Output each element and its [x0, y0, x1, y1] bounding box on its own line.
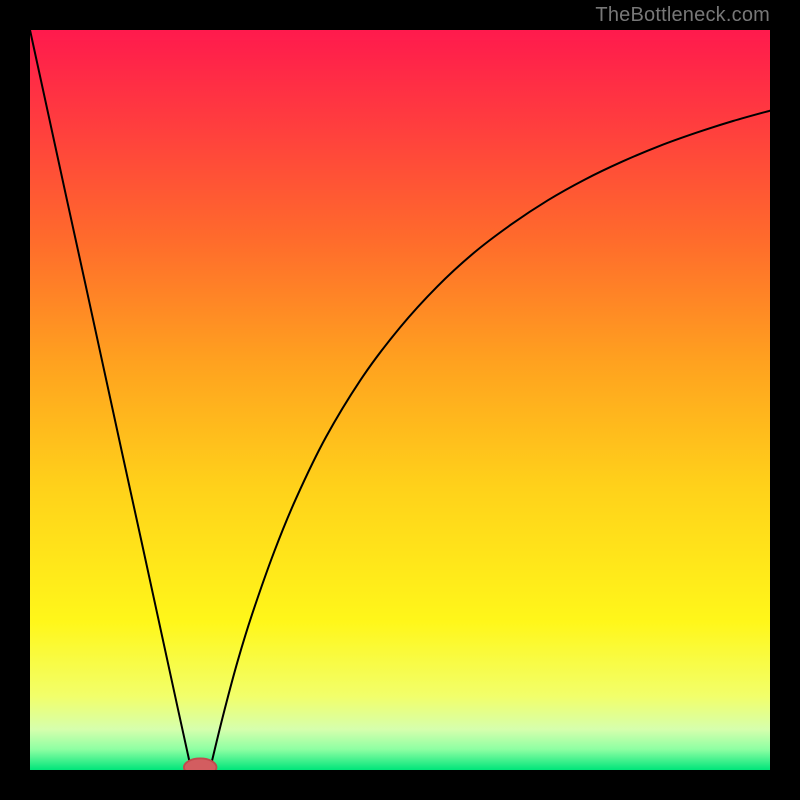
- chart-frame: TheBottleneck.com: [0, 0, 800, 800]
- optimal-marker: [184, 758, 217, 770]
- watermark-text: TheBottleneck.com: [595, 4, 770, 27]
- plot-svg: [30, 30, 770, 770]
- gradient-background: [30, 30, 770, 770]
- plot-area: [30, 30, 770, 770]
